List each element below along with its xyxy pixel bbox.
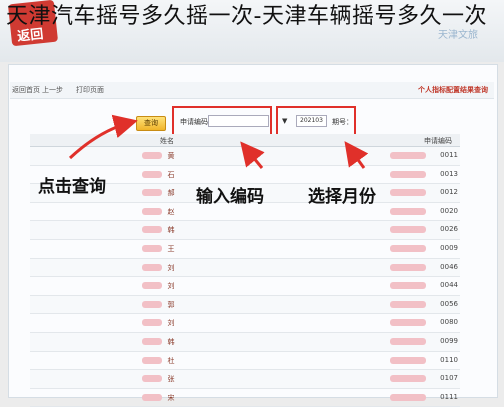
annotation-click-query: 点击查询 — [38, 177, 106, 197]
arrow-to-issue — [344, 141, 369, 169]
annotation-select-month: 选择月份 — [308, 187, 376, 207]
arrow-to-search — [68, 114, 138, 160]
page-title: 天津汽车摇号多久摇一次-天津车辆摇号多久一次 — [6, 4, 487, 29]
arrow-to-code — [240, 141, 265, 169]
annotation-input-code: 输入编码 — [196, 187, 264, 207]
